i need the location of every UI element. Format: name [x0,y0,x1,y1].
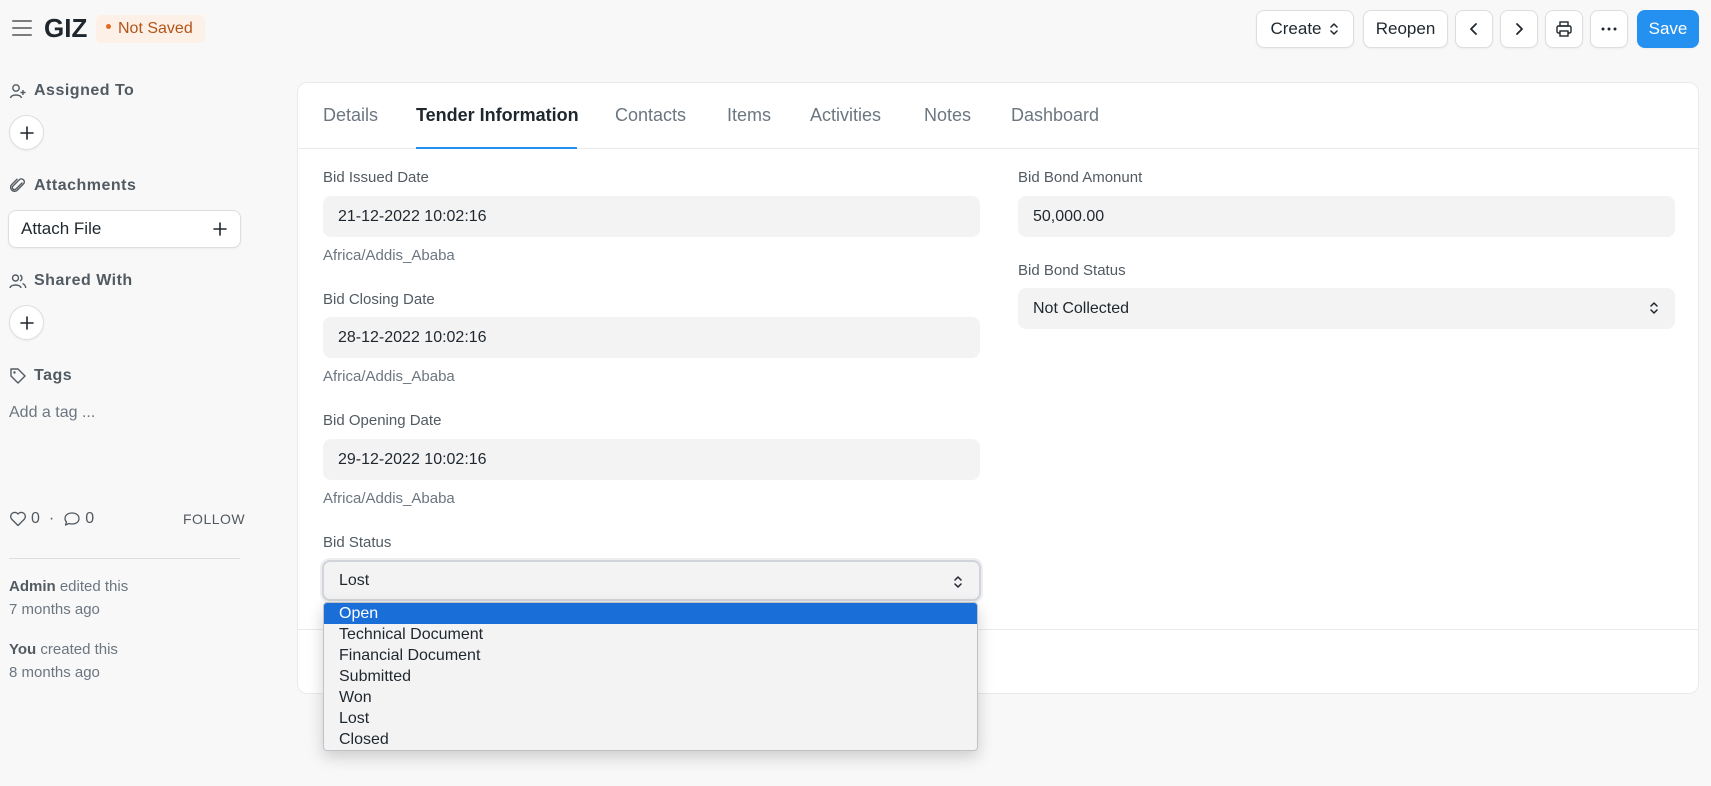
add-assignee-button[interactable] [9,115,44,150]
attachments-label: Attachments [34,177,137,194]
like-comment-stats: 0 · 0 [9,510,94,528]
bid-status-option[interactable]: Financial Document [324,645,977,666]
tab-tender-information[interactable]: Tender Information [416,105,579,126]
chevron-left-icon [1470,23,1477,35]
plus-icon [19,315,34,330]
print-button[interactable] [1545,10,1583,48]
bid-bond-amount-label: Bid Bond Amonunt [1018,169,1143,186]
add-tag-link[interactable]: Add a tag ... [9,404,95,422]
sort-icon [1650,302,1658,314]
tab-contacts[interactable]: Contacts [615,105,686,126]
activity-time: 7 months ago [9,601,100,618]
activity-item: You created this 8 months ago [9,638,118,684]
form-tabs: Details Tender Information Contacts Item… [298,83,1698,149]
bid-status-option[interactable]: Lost [324,708,977,729]
bid-opening-date-timezone: Africa/Addis_Ababa [323,490,455,507]
bid-closing-date-field[interactable]: 28-12-2022 10:02:16 [323,317,980,358]
bid-status-option[interactable]: Closed [324,729,977,750]
more-button[interactable] [1590,10,1628,48]
hamburger-icon[interactable] [12,20,32,36]
activity-user[interactable]: You [9,641,36,658]
tab-notes[interactable]: Notes [924,105,971,126]
reopen-button[interactable]: Reopen [1363,10,1448,48]
sort-icon [1329,23,1338,35]
save-button[interactable]: Save [1637,10,1699,48]
bid-closing-date-label: Bid Closing Date [323,291,435,308]
save-button-label: Save [1648,19,1688,38]
activity-user[interactable]: Admin [9,578,56,595]
bid-opening-date-field[interactable]: 29-12-2022 10:02:16 [323,439,980,480]
status-indicator-label: Not Saved [118,20,193,37]
tab-details[interactable]: Details [323,105,378,126]
bid-status-value: Lost [339,572,370,589]
tags-label: Tags [34,367,73,384]
bid-status-label: Bid Status [323,534,392,551]
previous-button[interactable] [1455,10,1493,48]
status-indicator: Not Saved [96,15,205,43]
bid-issued-date-timezone: Africa/Addis_Ababa [323,247,455,264]
follow-button[interactable]: FOLLOW [183,511,245,527]
bid-opening-date-label: Bid Opening Date [323,412,442,429]
shared-with-label: Shared With [34,272,133,289]
user-add-icon [9,84,26,99]
comment-icon[interactable] [63,511,81,527]
activity-action: edited this [59,578,129,595]
attach-file-button[interactable]: Attach File [8,210,241,248]
like-count: 0 [31,510,40,527]
assigned-to-section: Assigned To [9,82,134,100]
shared-with-section: Shared With [9,272,133,290]
tab-activities[interactable]: Activities [810,105,881,126]
bid-bond-status-label: Bid Bond Status [1018,262,1126,279]
bid-bond-amount-field[interactable]: 50,000.00 [1018,196,1675,237]
create-button-label: Create [1270,19,1322,38]
sidebar-divider [9,558,240,559]
bid-issued-date-field[interactable]: 21-12-2022 10:02:16 [323,196,980,237]
reopen-button-label: Reopen [1375,19,1436,38]
plus-icon [19,125,34,140]
heart-icon[interactable] [9,511,27,527]
tag-icon [10,368,26,384]
page-header: GIZ Not Saved Create Reopen Save [0,0,1711,60]
active-tab-indicator [416,147,577,149]
sort-icon [954,576,962,588]
tags-section: Tags [9,367,72,385]
attach-file-label: Attach File [21,219,102,238]
bid-closing-date-timezone: Africa/Addis_Ababa [323,368,455,385]
add-share-button[interactable] [9,305,44,340]
page-title: GIZ [44,13,88,43]
stats-separator: · [48,510,55,527]
bid-status-option[interactable]: Submitted [324,666,977,687]
printer-icon [1556,21,1572,37]
status-dot [106,24,111,30]
users-icon [9,274,27,289]
assigned-to-label: Assigned To [34,82,135,99]
tab-items[interactable]: Items [727,105,771,126]
attachments-section: Attachments [9,177,136,195]
bid-bond-status-select[interactable]: Not Collected [1018,288,1675,329]
comment-count: 0 [85,510,95,527]
tab-dashboard[interactable]: Dashboard [1011,105,1099,126]
bid-status-options-list: Open Technical Document Financial Docume… [323,602,978,751]
activity-item: Admin edited this 7 months ago [9,575,128,621]
activity-time: 8 months ago [9,664,100,681]
bid-status-option[interactable]: Technical Document [324,624,977,645]
chevron-right-icon [1516,23,1523,35]
activity-action: created this [40,641,118,658]
plus-icon [213,222,227,236]
bid-bond-status-value: Not Collected [1033,300,1130,317]
bid-status-option[interactable]: Open [324,603,977,624]
paperclip-icon [9,178,25,192]
create-button[interactable]: Create [1256,10,1354,48]
next-button[interactable] [1500,10,1538,48]
bid-status-select[interactable]: Lost [322,560,981,601]
bid-status-option[interactable]: Won [324,687,977,708]
more-icon [1601,27,1617,31]
bid-issued-date-label: Bid Issued Date [323,169,429,186]
